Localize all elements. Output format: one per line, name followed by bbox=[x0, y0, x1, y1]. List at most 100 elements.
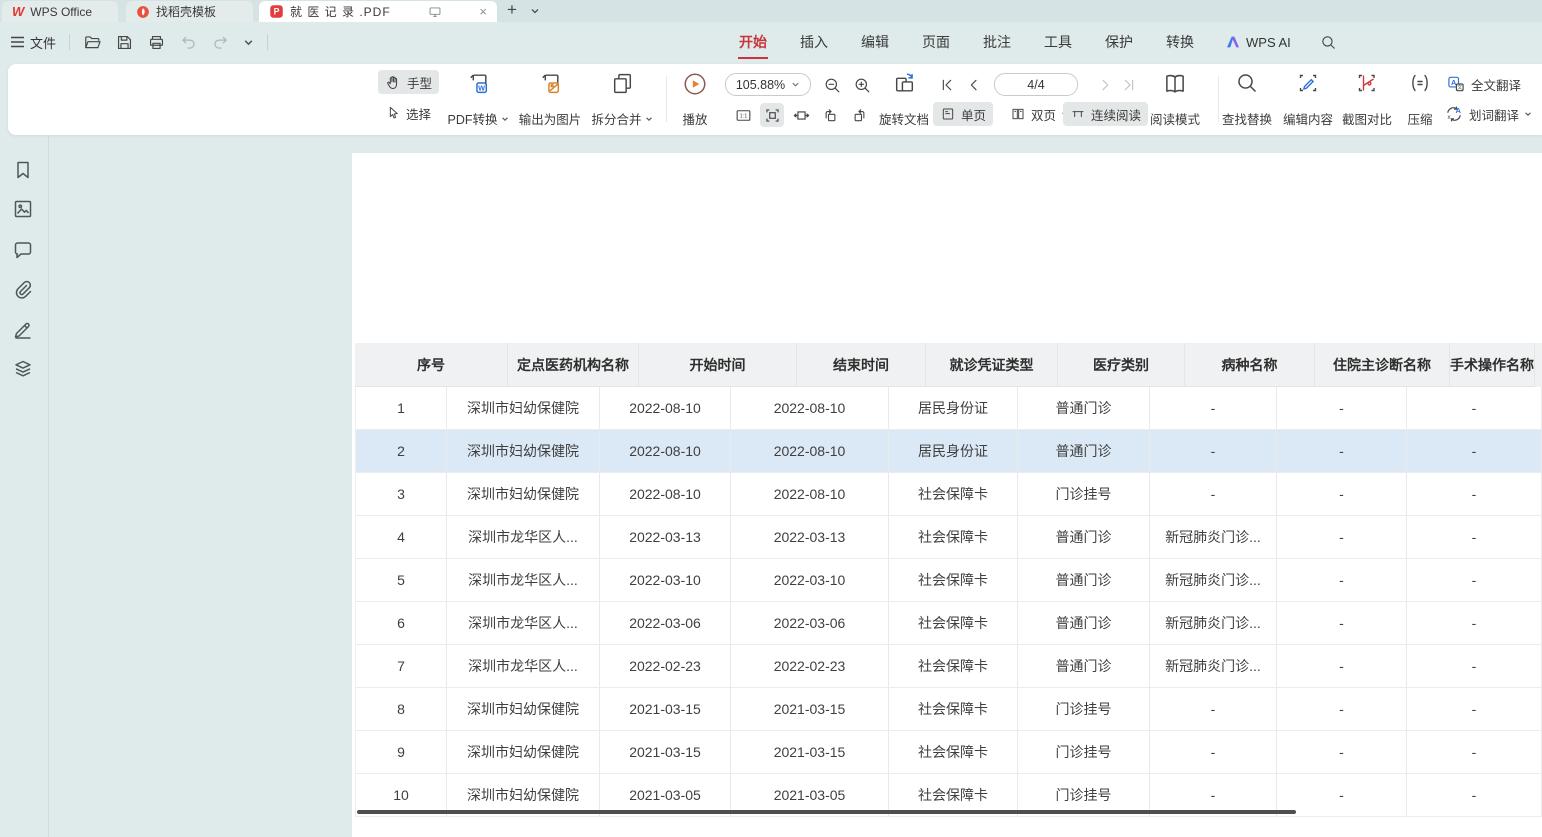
split-merge-button[interactable]: 拆分合并 bbox=[586, 71, 658, 128]
file-menu[interactable]: 文件 bbox=[10, 33, 56, 52]
one-to-one-icon: 1:1 bbox=[734, 106, 753, 125]
table-row[interactable]: 9 深圳市妇幼保健院 2021-03-15 2021-03-15 社会保障卡 门… bbox=[355, 731, 1542, 774]
rotate-right-button[interactable] bbox=[847, 103, 871, 127]
read-mode-button[interactable]: 阅读模式 bbox=[1146, 71, 1204, 128]
table-cell: 社会保障卡 bbox=[889, 731, 1018, 774]
actual-size-button[interactable]: 1:1 bbox=[731, 103, 755, 127]
close-icon[interactable]: × bbox=[479, 5, 487, 18]
search-icon[interactable] bbox=[1320, 34, 1337, 51]
redo-icon[interactable] bbox=[211, 33, 230, 52]
fit-width-button[interactable] bbox=[789, 103, 813, 127]
zoom-in-button[interactable] bbox=[850, 73, 874, 97]
table-cell: - bbox=[1407, 516, 1542, 559]
layers-icon[interactable] bbox=[11, 357, 35, 381]
edit-content-button[interactable]: 编辑内容 bbox=[1280, 71, 1336, 128]
table-row[interactable]: 2 深圳市妇幼保健院 2022-08-10 2022-08-10 居民身份证 普… bbox=[355, 430, 1542, 473]
table-header-cell: 结束时间 bbox=[797, 343, 926, 387]
table-cell: - bbox=[1277, 645, 1407, 688]
full-translate-button[interactable]: A 文 全文翻译 bbox=[1446, 72, 1521, 96]
compress-icon bbox=[1408, 71, 1432, 95]
tab-docer-templates[interactable]: 找稻壳模板 bbox=[126, 1, 253, 22]
table-cell: 居民身份证 bbox=[889, 430, 1018, 473]
first-page-button[interactable] bbox=[936, 74, 958, 96]
attachment-icon[interactable] bbox=[11, 278, 35, 302]
fit-page-button[interactable] bbox=[760, 103, 784, 127]
continuous-read-button[interactable]: 连续阅读 bbox=[1063, 102, 1148, 126]
table-cell: 2022-08-10 bbox=[600, 430, 731, 473]
single-page-icon bbox=[940, 106, 956, 122]
table-row[interactable]: 3 深圳市妇幼保健院 2022-08-10 2022-08-10 社会保障卡 门… bbox=[355, 473, 1542, 516]
play-button[interactable]: 播放 bbox=[669, 71, 721, 128]
tab-page[interactable]: 页面 bbox=[920, 22, 952, 62]
table-row[interactable]: 5 深圳市龙华区人... 2022-03-10 2022-03-10 社会保障卡… bbox=[355, 559, 1542, 602]
thumbnail-icon[interactable] bbox=[11, 197, 35, 221]
table-cell: 深圳市龙华区人... bbox=[447, 516, 600, 559]
open-folder-icon[interactable] bbox=[83, 33, 102, 52]
zoom-level-select[interactable]: 105.88% bbox=[725, 73, 811, 96]
table-cell: - bbox=[1277, 559, 1407, 602]
table-cell: - bbox=[1407, 387, 1542, 430]
table-row[interactable]: 1 深圳市妇幼保健院 2022-08-10 2022-08-10 居民身份证 普… bbox=[355, 387, 1542, 430]
comment-icon[interactable] bbox=[11, 238, 35, 262]
tab-edit[interactable]: 编辑 bbox=[859, 22, 891, 62]
tab-protect[interactable]: 保护 bbox=[1103, 22, 1135, 62]
screenshot-compare-button[interactable]: 截图对比 bbox=[1339, 71, 1395, 128]
rotate-left-button[interactable] bbox=[818, 103, 842, 127]
pdf-page: 序号定点医药机构名称开始时间结束时间就诊凭证类型医疗类别病种名称住院主诊断名称手… bbox=[352, 153, 1542, 837]
chevron-down-icon bbox=[791, 80, 800, 89]
page-number-input[interactable]: 4/4 bbox=[994, 73, 1078, 96]
book-icon bbox=[1162, 71, 1188, 97]
signature-pen-icon[interactable] bbox=[11, 317, 35, 341]
table-cell: 社会保障卡 bbox=[889, 473, 1018, 516]
save-icon[interactable] bbox=[115, 33, 134, 52]
table-cell: - bbox=[1150, 387, 1277, 430]
table-cell: 7 bbox=[355, 645, 447, 688]
table-cell: 普通门诊 bbox=[1018, 387, 1150, 430]
table-row[interactable]: 8 深圳市妇幼保健院 2021-03-15 2021-03-15 社会保障卡 门… bbox=[355, 688, 1542, 731]
chevron-down-icon bbox=[1524, 110, 1532, 118]
tab-list-chevron-icon[interactable] bbox=[530, 6, 540, 16]
rotate-left-icon bbox=[821, 106, 840, 125]
tab-convert[interactable]: 转换 bbox=[1164, 22, 1196, 62]
find-replace-button[interactable]: 查找替换 bbox=[1219, 71, 1275, 128]
wps-ai-button[interactable]: WPS AI bbox=[1225, 35, 1291, 50]
edit-content-icon bbox=[1296, 71, 1320, 95]
rotate-right-icon bbox=[850, 106, 869, 125]
document-title: 就 医 记 录 .PDF bbox=[290, 3, 391, 20]
double-page-icon bbox=[1010, 106, 1026, 122]
pdf-convert-button[interactable]: W PDF转换 bbox=[443, 71, 513, 128]
tab-document[interactable]: P 就 医 记 录 .PDF × bbox=[259, 1, 497, 22]
table-horizontal-scrollbar[interactable] bbox=[357, 810, 1296, 814]
tab-home[interactable]: 开始 bbox=[737, 22, 769, 62]
chevron-down-icon[interactable] bbox=[243, 37, 254, 48]
monitor-icon[interactable] bbox=[428, 5, 442, 19]
tab-tools[interactable]: 工具 bbox=[1042, 22, 1074, 62]
select-tool-button[interactable]: 选择 bbox=[378, 101, 438, 125]
tab-comment[interactable]: 批注 bbox=[981, 22, 1013, 62]
zoom-out-button[interactable] bbox=[820, 73, 844, 97]
table-body: 1 深圳市妇幼保健院 2022-08-10 2022-08-10 居民身份证 普… bbox=[355, 387, 1542, 817]
print-icon[interactable] bbox=[147, 33, 166, 52]
table-header-cell: 序号 bbox=[355, 343, 508, 387]
continuous-read-icon bbox=[1070, 106, 1086, 122]
bookmark-icon[interactable] bbox=[11, 158, 35, 182]
single-page-button[interactable]: 单页 bbox=[933, 102, 993, 126]
table-cell: 社会保障卡 bbox=[889, 516, 1018, 559]
next-page-button[interactable] bbox=[1094, 74, 1116, 96]
rotate-document-button[interactable]: 旋转文档 bbox=[876, 71, 932, 128]
export-image-button[interactable]: 输出为图片 bbox=[514, 71, 586, 128]
hand-tool-button[interactable]: 手型 bbox=[378, 70, 439, 94]
undo-icon[interactable] bbox=[179, 33, 198, 52]
tab-insert[interactable]: 插入 bbox=[798, 22, 830, 62]
table-row[interactable]: 4 深圳市龙华区人... 2022-03-13 2022-03-13 社会保障卡… bbox=[355, 516, 1542, 559]
table-row[interactable]: 7 深圳市龙华区人... 2022-02-23 2022-02-23 社会保障卡… bbox=[355, 645, 1542, 688]
word-translate-button[interactable]: A x 划词翻译 bbox=[1444, 102, 1532, 126]
table-row[interactable]: 6 深圳市龙华区人... 2022-03-06 2022-03-06 社会保障卡… bbox=[355, 602, 1542, 645]
new-tab-button[interactable]: + bbox=[507, 0, 517, 20]
tab-wps-office[interactable]: W WPS Office bbox=[2, 1, 118, 22]
previous-page-button[interactable] bbox=[963, 74, 985, 96]
compress-button[interactable]: 压缩 bbox=[1396, 71, 1444, 128]
last-page-button[interactable] bbox=[1118, 74, 1140, 96]
ribbon-toolbar: 手型 选择 W PDF转换 输出为图片 bbox=[8, 64, 1542, 135]
svg-text:P: P bbox=[274, 7, 280, 17]
